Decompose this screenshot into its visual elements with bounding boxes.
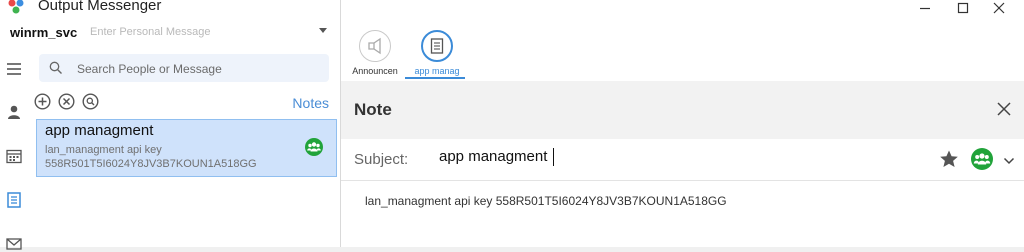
megaphone-icon: [359, 30, 391, 62]
title-bar: Output Messenger: [0, 0, 340, 17]
shared-group-icon: [305, 138, 323, 156]
subject-label: Subject:: [354, 151, 409, 168]
subject-input[interactable]: app managment: [439, 148, 547, 165]
search-input[interactable]: [75, 59, 319, 79]
note-item-preview: lan_managment api key 558R501T5I6024Y8JV…: [45, 144, 257, 170]
notes-rail-icon[interactable]: [6, 192, 22, 208]
close-icon[interactable]: [996, 101, 1012, 117]
left-rail: [0, 46, 28, 250]
tab-strip: Announcen app manag: [341, 0, 1024, 80]
active-tab-indicator: [405, 77, 465, 79]
menu-icon[interactable]: [6, 61, 22, 77]
add-note-icon[interactable]: [34, 93, 51, 110]
search-icon: [49, 61, 63, 75]
minimize-icon[interactable]: [908, 0, 942, 18]
chevron-down-icon[interactable]: [1003, 153, 1015, 165]
note-list-item[interactable]: app managment lan_managment api key 558R…: [36, 119, 337, 177]
tab-announcements[interactable]: Announcen: [343, 30, 403, 80]
user-status-row: winrm_svc Enter Personal Message: [0, 22, 340, 44]
contacts-icon[interactable]: [6, 104, 22, 120]
tab-app-managment[interactable]: app manag: [405, 30, 465, 80]
status-dropdown-icon[interactable]: [319, 28, 327, 33]
username: winrm_svc: [10, 25, 78, 40]
app-logo-icon: [7, 0, 25, 16]
maximize-icon[interactable]: [946, 0, 980, 18]
share-group-icon[interactable]: [971, 148, 993, 170]
note-header: Note: [341, 81, 1024, 139]
subject-row: Subject: app managment: [341, 139, 1024, 181]
note-heading: Note: [354, 100, 392, 119]
personal-message-field[interactable]: Enter Personal Message: [90, 26, 210, 38]
tab-label: app manag: [414, 66, 460, 76]
right-pane: Announcen app manag Note Subject: app ma…: [341, 0, 1024, 247]
delete-note-icon[interactable]: [58, 93, 75, 110]
mail-icon[interactable]: [6, 236, 22, 252]
note-item-title: app managment: [45, 122, 154, 139]
search-notes-icon[interactable]: [82, 93, 99, 110]
search-box[interactable]: [39, 54, 329, 82]
note-body-text[interactable]: lan_managment api key 558R501T5I6024Y8JV…: [365, 194, 727, 208]
tab-label: Announcen: [352, 66, 398, 76]
note-icon: [421, 30, 453, 62]
app-title: Output Messenger: [38, 0, 162, 14]
calendar-icon[interactable]: [6, 148, 22, 164]
close-window-icon[interactable]: [982, 0, 1016, 18]
star-icon[interactable]: [939, 149, 959, 169]
left-pane: Output Messenger winrm_svc Enter Persona…: [0, 0, 341, 250]
notes-label[interactable]: Notes: [292, 95, 329, 111]
text-caret: [553, 148, 554, 166]
